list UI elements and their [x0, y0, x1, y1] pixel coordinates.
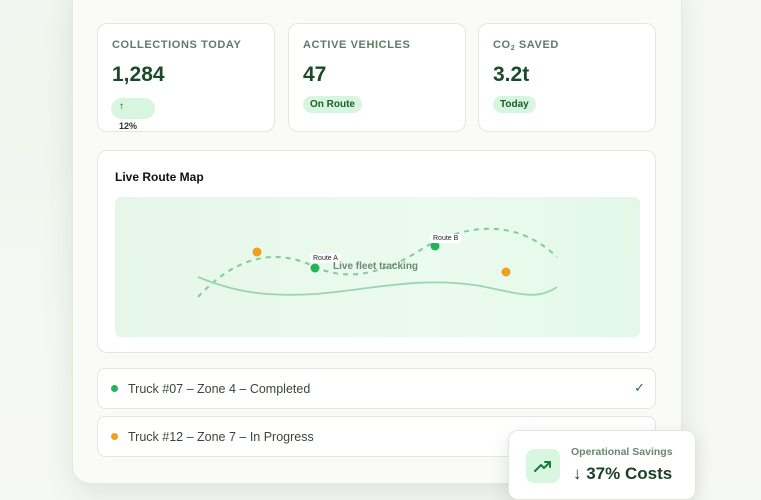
trend-up-icon: ↑ — [111, 98, 155, 119]
map-title: Live Route Map — [115, 170, 204, 184]
stat-label: CO2 SAVED — [493, 39, 641, 53]
truck-marker-orange — [252, 247, 262, 257]
status-dot-green — [111, 385, 118, 392]
trending-up-icon — [526, 449, 560, 483]
truck-label: Truck #07 – Zone 4 – Completed — [128, 382, 311, 396]
stat-value: 47 — [303, 63, 327, 86]
truck-marker-orange — [501, 267, 511, 277]
operational-savings-card: Operational Savings ↓ 37% Costs — [508, 430, 696, 500]
map-caption: Live fleet tracking — [333, 261, 419, 272]
check-icon: ✓ — [634, 380, 645, 395]
stat-value: 3.2t — [493, 63, 530, 86]
savings-label: Operational Savings — [571, 446, 673, 458]
stat-label: ACTIVE VEHICLES — [303, 39, 411, 51]
route-map[interactable]: Route A Route B Live fleet tracking — [115, 197, 640, 337]
stat-value: 1,284 — [112, 63, 165, 86]
status-badge: On Route — [303, 96, 362, 113]
trend-value: 12% — [119, 121, 138, 131]
stat-card-vehicles: ACTIVE VEHICLES 47 On Route — [288, 23, 466, 132]
savings-value: ↓ 37% Costs — [573, 464, 673, 483]
stat-card-co2: CO2 SAVED 3.2t Today — [478, 23, 656, 132]
co2-label-suffix: SAVED — [515, 39, 559, 51]
route-b-path — [197, 276, 558, 296]
co2-label-prefix: CO — [493, 39, 511, 51]
status-dot-orange — [111, 433, 118, 440]
truck-row-07[interactable]: Truck #07 – Zone 4 – Completed ✓ — [97, 368, 656, 409]
live-route-map-card: Live Route Map Route A Route B Live flee… — [97, 150, 656, 353]
truck-label: Truck #12 – Zone 7 – In Progress — [128, 430, 314, 444]
stat-label: COLLECTIONS TODAY — [112, 39, 242, 51]
route-b-label: Route B — [430, 234, 462, 243]
status-badge: Today — [493, 96, 536, 113]
route-a-marker — [310, 263, 320, 273]
